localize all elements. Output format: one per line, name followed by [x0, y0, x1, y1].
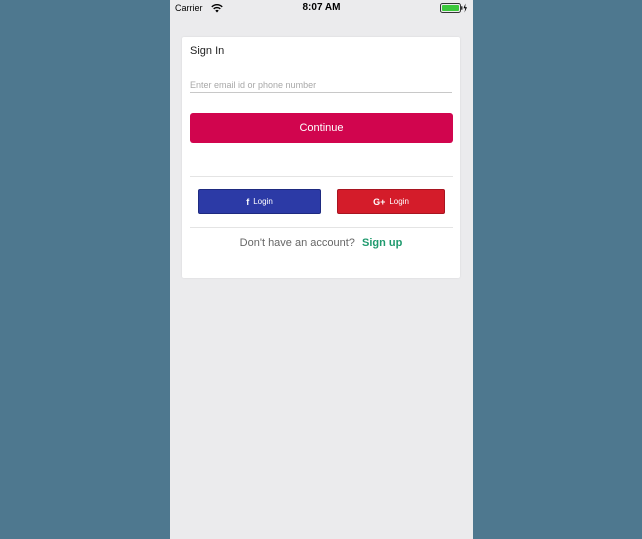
email-phone-input[interactable] — [190, 78, 452, 93]
facebook-login-button[interactable]: f Login — [198, 189, 321, 214]
sign-in-card: Sign In Continue f Login G+ Login Don't … — [182, 37, 460, 278]
divider — [190, 227, 453, 228]
facebook-login-label: Login — [253, 197, 273, 206]
card-title: Sign In — [190, 45, 225, 57]
google-login-button[interactable]: G+ Login — [337, 189, 445, 214]
status-time: 8:07 AM — [302, 2, 341, 13]
google-login-label: Login — [389, 197, 409, 206]
continue-button[interactable]: Continue — [190, 113, 453, 143]
status-bar: Carrier 8:07 AM — [170, 0, 473, 17]
signup-row: Don't have an account? Sign up — [182, 237, 460, 249]
battery-charging-icon — [440, 3, 467, 13]
google-plus-icon: G+ — [373, 196, 386, 207]
facebook-icon: f — [246, 196, 250, 207]
signup-prompt: Don't have an account? — [239, 237, 355, 249]
sign-up-link[interactable]: Sign up — [362, 237, 402, 249]
divider — [190, 176, 453, 177]
phone-screen: Carrier 8:07 AM Sign In Continue f Login… — [170, 0, 473, 539]
